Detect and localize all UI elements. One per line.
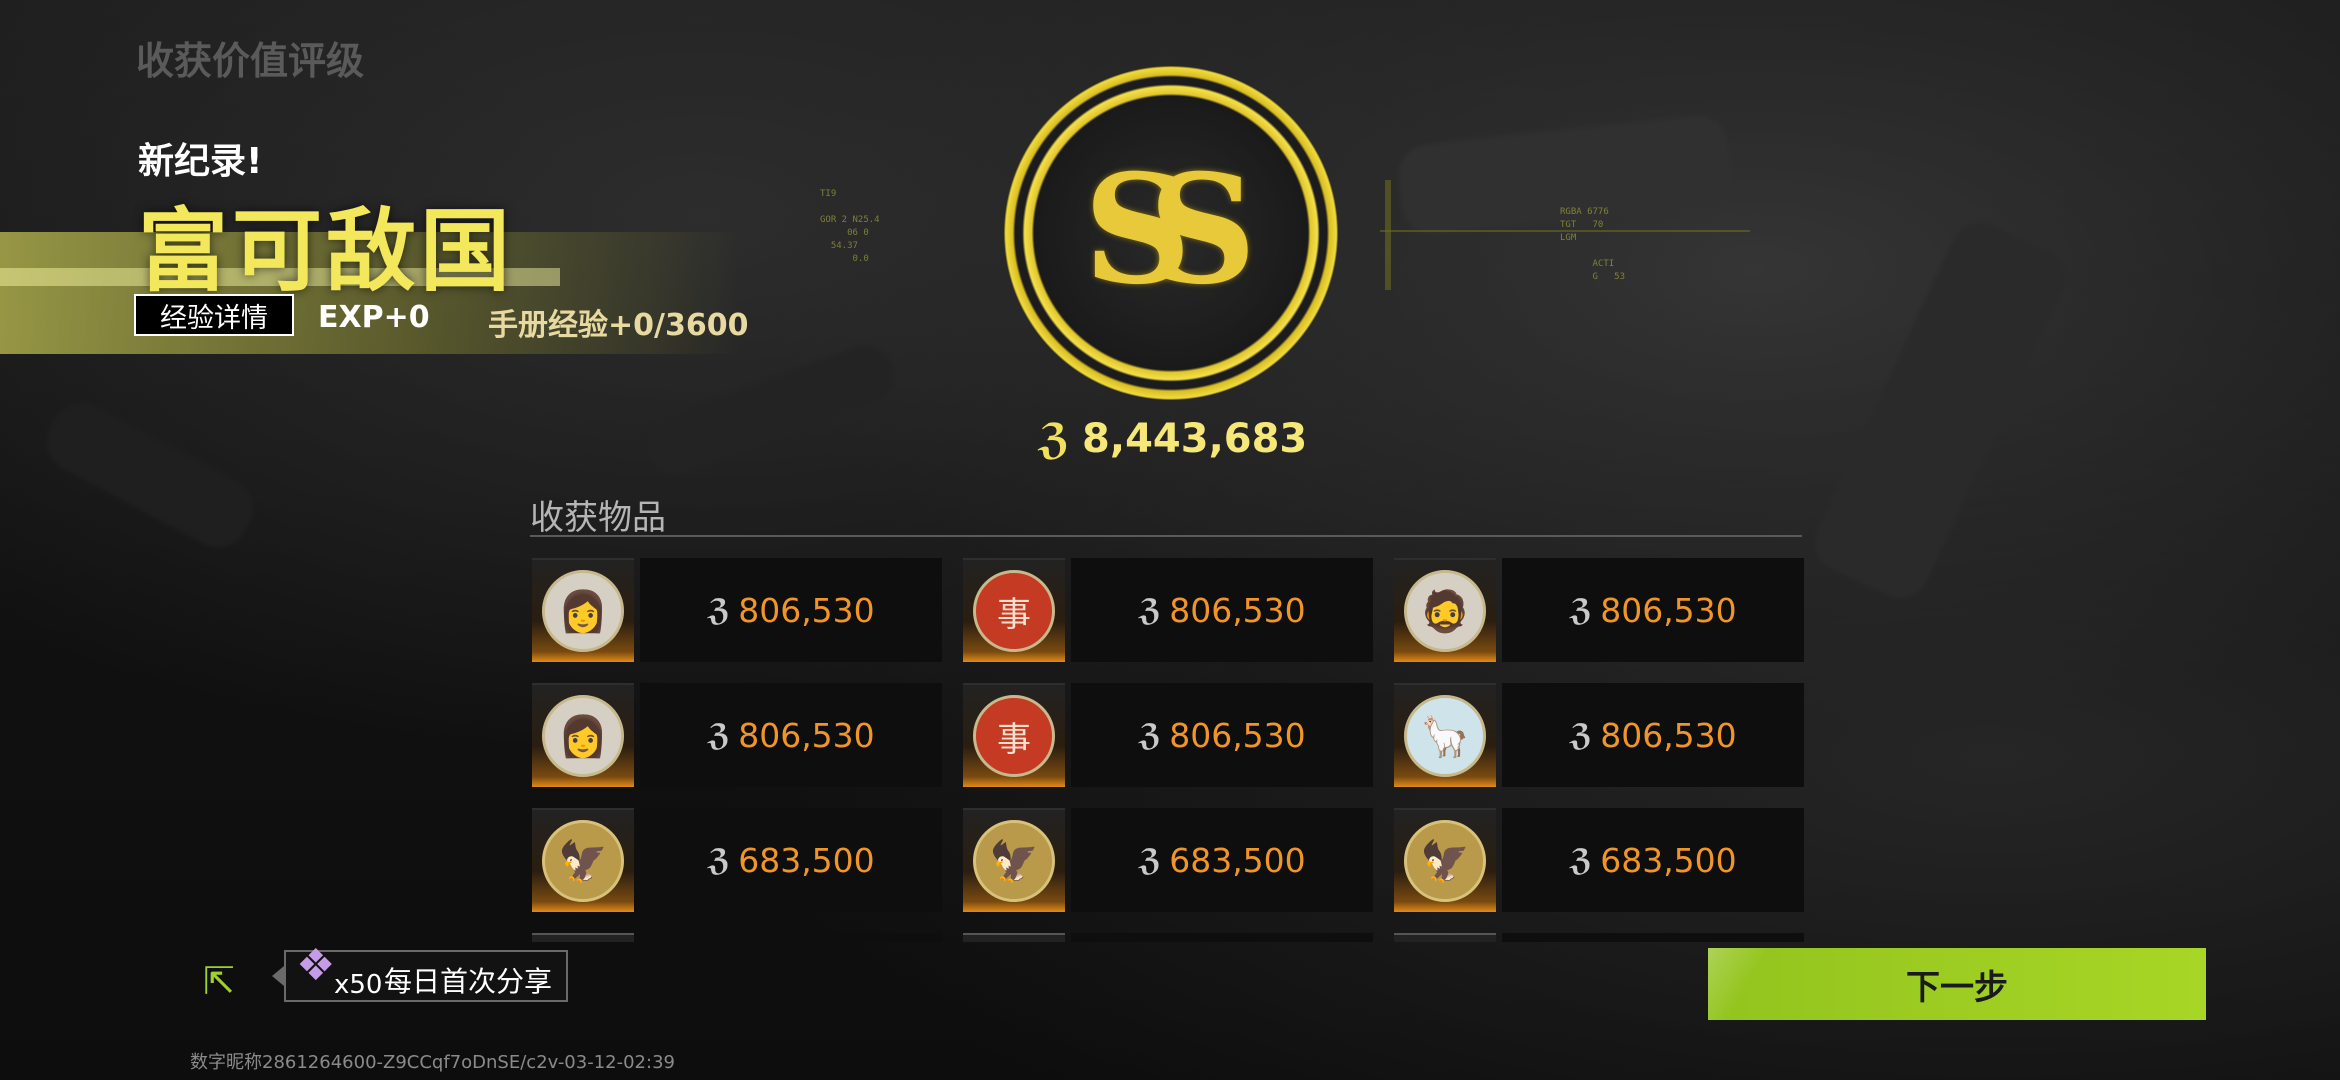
- item-value: 683,500: [1169, 840, 1306, 880]
- exp-gain: EXP+0: [318, 300, 430, 335]
- item-price: ℨ 806,530: [1071, 558, 1373, 662]
- koen-coin-icon: ℨ: [1138, 842, 1162, 878]
- item-value: 806,530: [1169, 715, 1306, 755]
- new-record-label: 新纪录!: [138, 141, 263, 182]
- koen-coin-icon: ℨ: [707, 717, 731, 753]
- gold-eagle-coin-icon: 🦅: [542, 820, 624, 902]
- item-cell[interactable]: 🦅 ℨ 683,500: [1394, 808, 1804, 912]
- koen-coin-icon: ℨ: [1138, 592, 1162, 628]
- share-reward-count: x50: [334, 970, 383, 1000]
- item-thumb: 👩: [532, 683, 634, 787]
- gold-eagle-coin-icon: 🦅: [1404, 820, 1486, 902]
- item-thumb: 事: [963, 558, 1065, 662]
- item-cell[interactable]: [532, 933, 942, 942]
- item-thumb: 🦅: [532, 808, 634, 912]
- item-price: ℨ 806,530: [640, 558, 942, 662]
- tooltip-arrow: [272, 966, 284, 986]
- grade-title: 富可敌国: [138, 199, 514, 304]
- portrait-man-icon: 🧔: [1404, 570, 1486, 652]
- koen-coin-icon: ℨ: [1569, 842, 1593, 878]
- item-thumb: [1394, 933, 1496, 942]
- item-value: 806,530: [1169, 590, 1306, 630]
- item-cell[interactable]: 事 ℨ 806,530: [963, 683, 1373, 787]
- item-cell[interactable]: 🦅 ℨ 683,500: [532, 808, 942, 912]
- koen-coin-icon: ℨ: [1138, 717, 1162, 753]
- gold-eagle-coin-icon: 🦅: [973, 820, 1055, 902]
- share-icon[interactable]: ⇱: [198, 962, 240, 1000]
- item-thumb: 🦅: [1394, 808, 1496, 912]
- background-shape: [637, 337, 903, 483]
- item-price: ℨ 683,500: [1071, 808, 1373, 912]
- alpaca-icon: 🦙: [1404, 695, 1486, 777]
- hud-readout: RGBA 6776 TGT 70 LGM ACTI G 53: [1560, 207, 1626, 282]
- background-shape: [36, 392, 264, 558]
- item-thumb: [532, 933, 634, 942]
- exp-detail-button[interactable]: 经验详情: [134, 294, 294, 336]
- total-value-amount: 8,443,683: [1082, 415, 1308, 462]
- items-label: 收获物品: [530, 498, 666, 538]
- item-cell[interactable]: [963, 933, 1373, 942]
- item-thumb: 🦙: [1394, 683, 1496, 787]
- koen-coin-icon: ℨ: [1569, 717, 1593, 753]
- hud-readout: TI9 GOR 2 N25.4 06 0 54.37 0.0: [820, 189, 880, 264]
- item-value: 683,500: [738, 840, 875, 880]
- item-price: ℨ 683,500: [640, 808, 942, 912]
- item-value: 806,530: [738, 590, 875, 630]
- share-reward-label: 每日首次分享: [384, 965, 553, 998]
- item-price: ℨ 806,530: [1071, 683, 1373, 787]
- item-cell[interactable]: 👩 ℨ 806,530: [532, 558, 942, 662]
- red-seal-icon: 事: [973, 695, 1055, 777]
- hud-line: [1385, 180, 1391, 290]
- next-button[interactable]: 下一步: [1708, 948, 2206, 1020]
- item-cell[interactable]: 🧔 ℨ 806,530: [1394, 558, 1804, 662]
- koen-coin-icon: ℨ: [707, 592, 731, 628]
- item-value: 806,530: [1600, 715, 1737, 755]
- item-price: ℨ 806,530: [1502, 558, 1804, 662]
- item-cell[interactable]: [1394, 933, 1804, 942]
- item-cell[interactable]: 🦅 ℨ 683,500: [963, 808, 1373, 912]
- item-price: ℨ 683,500: [1502, 808, 1804, 912]
- gem-icon: ❖: [296, 940, 336, 991]
- grade-medal-text: SS: [1083, 142, 1256, 318]
- item-price: ℨ 806,530: [640, 683, 942, 787]
- portrait-girl-bag-icon: 👩: [542, 695, 624, 777]
- item-thumb: 事: [963, 683, 1065, 787]
- section-title: 收获价值评级: [136, 39, 365, 83]
- item-cell[interactable]: 事 ℨ 806,530: [963, 558, 1373, 662]
- total-value: ℨ 8,443,683: [1038, 414, 1307, 463]
- item-value: 806,530: [738, 715, 875, 755]
- item-cell[interactable]: 🦙 ℨ 806,530: [1394, 683, 1804, 787]
- item-cell[interactable]: 👩 ℨ 806,530: [532, 683, 942, 787]
- manual-exp: 手册经验+0/3600: [488, 308, 749, 343]
- item-value: 806,530: [1600, 590, 1737, 630]
- item-price: [1502, 933, 1804, 942]
- footer-id: 数字昵称2861264600-Z9CCqf7oDnSE/c2v-03-12-02…: [190, 1052, 675, 1073]
- item-thumb: 🦅: [963, 808, 1065, 912]
- background-shape: [1805, 212, 2075, 608]
- koen-coin-icon: ℨ: [1569, 592, 1593, 628]
- koen-coin-icon: ℨ: [707, 842, 731, 878]
- item-thumb: [963, 933, 1065, 942]
- item-price: [640, 933, 942, 942]
- item-price: ℨ 806,530: [1502, 683, 1804, 787]
- item-value: 683,500: [1600, 840, 1737, 880]
- portrait-girl-icon: 👩: [542, 570, 624, 652]
- red-seal-icon: 事: [973, 570, 1055, 652]
- koen-coin-icon: ℨ: [1038, 414, 1071, 463]
- items-divider: [530, 535, 1802, 537]
- items-grid[interactable]: 👩 ℨ 806,530 事 ℨ 806,530 🧔 ℨ 806,530 👩 ℨ 806,530 事 ℨ 80…: [532, 558, 1804, 942]
- item-thumb: 🧔: [1394, 558, 1496, 662]
- item-thumb: 👩: [532, 558, 634, 662]
- item-price: [1071, 933, 1373, 942]
